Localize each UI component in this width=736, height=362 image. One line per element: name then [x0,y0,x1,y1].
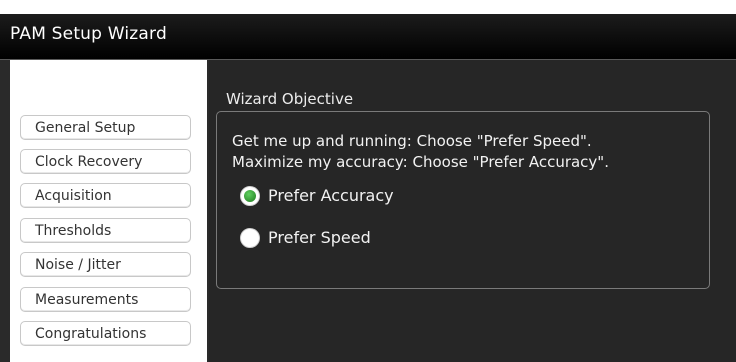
nav-item-thresholds[interactable]: Thresholds [20,218,191,243]
nav-item-noise-jitter[interactable]: Noise / Jitter [20,252,191,277]
nav-item-congratulations[interactable]: Congratulations [20,321,191,346]
wizard-steps-panel: General Setup Clock Recovery Acquisition… [10,60,209,362]
nav-item-clock-recovery[interactable]: Clock Recovery [20,149,191,174]
prefer-speed-label[interactable]: Prefer Speed [268,228,371,247]
objective-speed-hint: Get me up and running: Choose "Prefer Sp… [232,132,592,150]
prefer-speed-radio[interactable] [240,228,260,248]
wizard-objective-legend: Wizard Objective [220,90,360,108]
title-bar: PAM Setup Wizard [0,14,736,60]
prefer-accuracy-label[interactable]: Prefer Accuracy [268,186,394,205]
nav-item-measurements[interactable]: Measurements [20,287,191,312]
nav-item-general-setup[interactable]: General Setup [20,115,191,140]
nav-item-acquisition[interactable]: Acquisition [20,183,191,208]
wizard-window: PAM Setup Wizard General Setup Clock Rec… [0,14,736,362]
objective-accuracy-hint: Maximize my accuracy: Choose "Prefer Acc… [232,153,609,171]
prefer-accuracy-radio[interactable] [240,186,260,206]
window-title: PAM Setup Wizard [10,24,167,44]
